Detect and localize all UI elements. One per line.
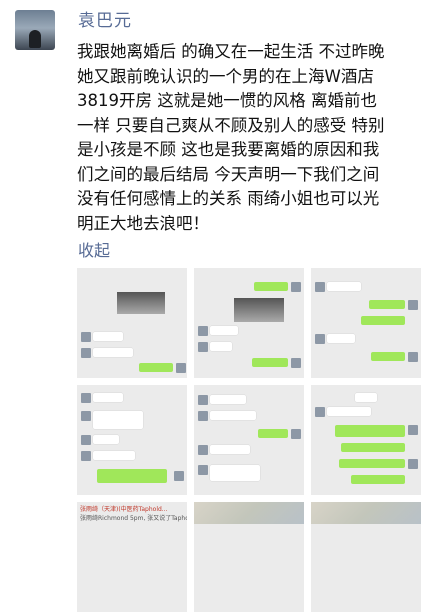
chat-bubble [327, 334, 355, 343]
post-line: 3819开房 这就是她一惯的风格 离婚前也 [77, 91, 377, 110]
post-line: 没有任何感情上的关系 雨绮小姐也可以光 [77, 189, 380, 208]
image-thumbnail-9[interactable] [311, 502, 421, 612]
chat-avatar [291, 282, 301, 292]
chat-avatar [198, 395, 208, 405]
avatar-figure [29, 30, 41, 48]
post-line: 我跟她离婚后 的确又在一起生活 不过昨晚 [77, 42, 385, 61]
chat-bubble [93, 451, 135, 460]
chat-bubble-sent [369, 300, 405, 309]
post-text: 我跟她离婚后 的确又在一起生活 不过昨晚 她又跟前晚认识的一个男的在上海W酒店 … [77, 40, 427, 236]
chat-bubble [93, 435, 119, 444]
chat-bubble [93, 411, 143, 429]
chat-avatar [81, 411, 91, 421]
image-thumbnail-6[interactable] [311, 385, 421, 495]
chat-avatar [198, 411, 208, 421]
thumbnail-caption-1: 张雨绮（天津)(中医药Taphold... [80, 506, 168, 513]
chat-bubble-sent [371, 352, 405, 361]
chat-avatar [315, 407, 325, 417]
chat-avatar [408, 459, 418, 469]
chat-bubble [210, 342, 232, 351]
chat-avatar [291, 358, 301, 368]
chat-bubble [327, 407, 371, 416]
avatar[interactable] [15, 10, 55, 50]
chat-avatar [198, 465, 208, 475]
chat-avatar [408, 300, 418, 310]
chat-bubble-sent [97, 469, 167, 483]
post-line: 是小孩是不顾 这也是我要离婚的原因和我 [77, 140, 380, 159]
chat-bubble [327, 282, 361, 291]
chat-avatar [81, 348, 91, 358]
map-preview [194, 502, 304, 524]
image-thumbnail-4[interactable] [77, 385, 187, 495]
chat-bubble [210, 395, 246, 404]
image-grid: 张雨绮（天津)(中医药Taphold... 张雨绮Richmond 5pm, 张… [77, 268, 422, 612]
chat-bubble-sent [351, 475, 405, 484]
photo-preview [117, 292, 165, 314]
chat-bubble [93, 348, 133, 357]
map-preview [311, 502, 421, 524]
chat-bubble-sent [341, 443, 405, 452]
post-line: 她又跟前晚认识的一个男的在上海W酒店 [77, 66, 374, 86]
chat-bubble-sent [339, 459, 405, 468]
post-line: 一样 只要自己爽从不顾及别人的感受 特别 [77, 115, 385, 135]
photo-preview [234, 298, 284, 322]
image-thumbnail-7[interactable]: 张雨绮（天津)(中医药Taphold... 张雨绮Richmond 5pm, 张… [77, 502, 187, 612]
chat-avatar [315, 334, 325, 344]
chat-bubble [210, 465, 260, 481]
chat-avatar [198, 326, 208, 336]
chat-bubble-sent [254, 282, 288, 291]
chat-avatar [291, 429, 301, 439]
chat-avatar [176, 363, 186, 373]
chat-bubble [210, 411, 256, 420]
chat-avatar [81, 435, 91, 445]
chat-bubble [93, 393, 123, 402]
chat-avatar [174, 471, 184, 481]
chat-bubble-sent [252, 358, 288, 367]
chat-bubble-sent [335, 425, 405, 437]
collapse-link[interactable]: 收起 [78, 237, 110, 261]
chat-bubble [93, 332, 123, 341]
chat-avatar [198, 445, 208, 455]
image-thumbnail-5[interactable] [194, 385, 304, 495]
image-thumbnail-3[interactable] [311, 268, 421, 378]
chat-bubble-sent [258, 429, 288, 438]
chat-bubble-sent [139, 363, 173, 372]
thumbnail-caption-2: 张雨绮Richmond 5pm, 张又说了Taphold... [80, 515, 187, 522]
chat-avatar [81, 393, 91, 403]
chat-bubble [210, 326, 238, 335]
chat-avatar [315, 282, 325, 292]
post-line: 明正大地去浪吧！ [77, 213, 209, 233]
chat-bubble [210, 445, 250, 454]
time-stamp [355, 393, 377, 402]
image-thumbnail-8[interactable] [194, 502, 304, 612]
image-thumbnail-2[interactable] [194, 268, 304, 378]
username[interactable]: 袁巴元 [78, 6, 132, 31]
chat-avatar [81, 332, 91, 342]
chat-avatar [81, 451, 91, 461]
chat-avatar [408, 425, 418, 435]
chat-avatar [408, 352, 418, 362]
chat-avatar [198, 342, 208, 352]
chat-bubble-sent [361, 316, 405, 325]
post-line: 们之间的最后结局 今天声明一下我们之间 [77, 164, 380, 184]
image-thumbnail-1[interactable] [77, 268, 187, 378]
